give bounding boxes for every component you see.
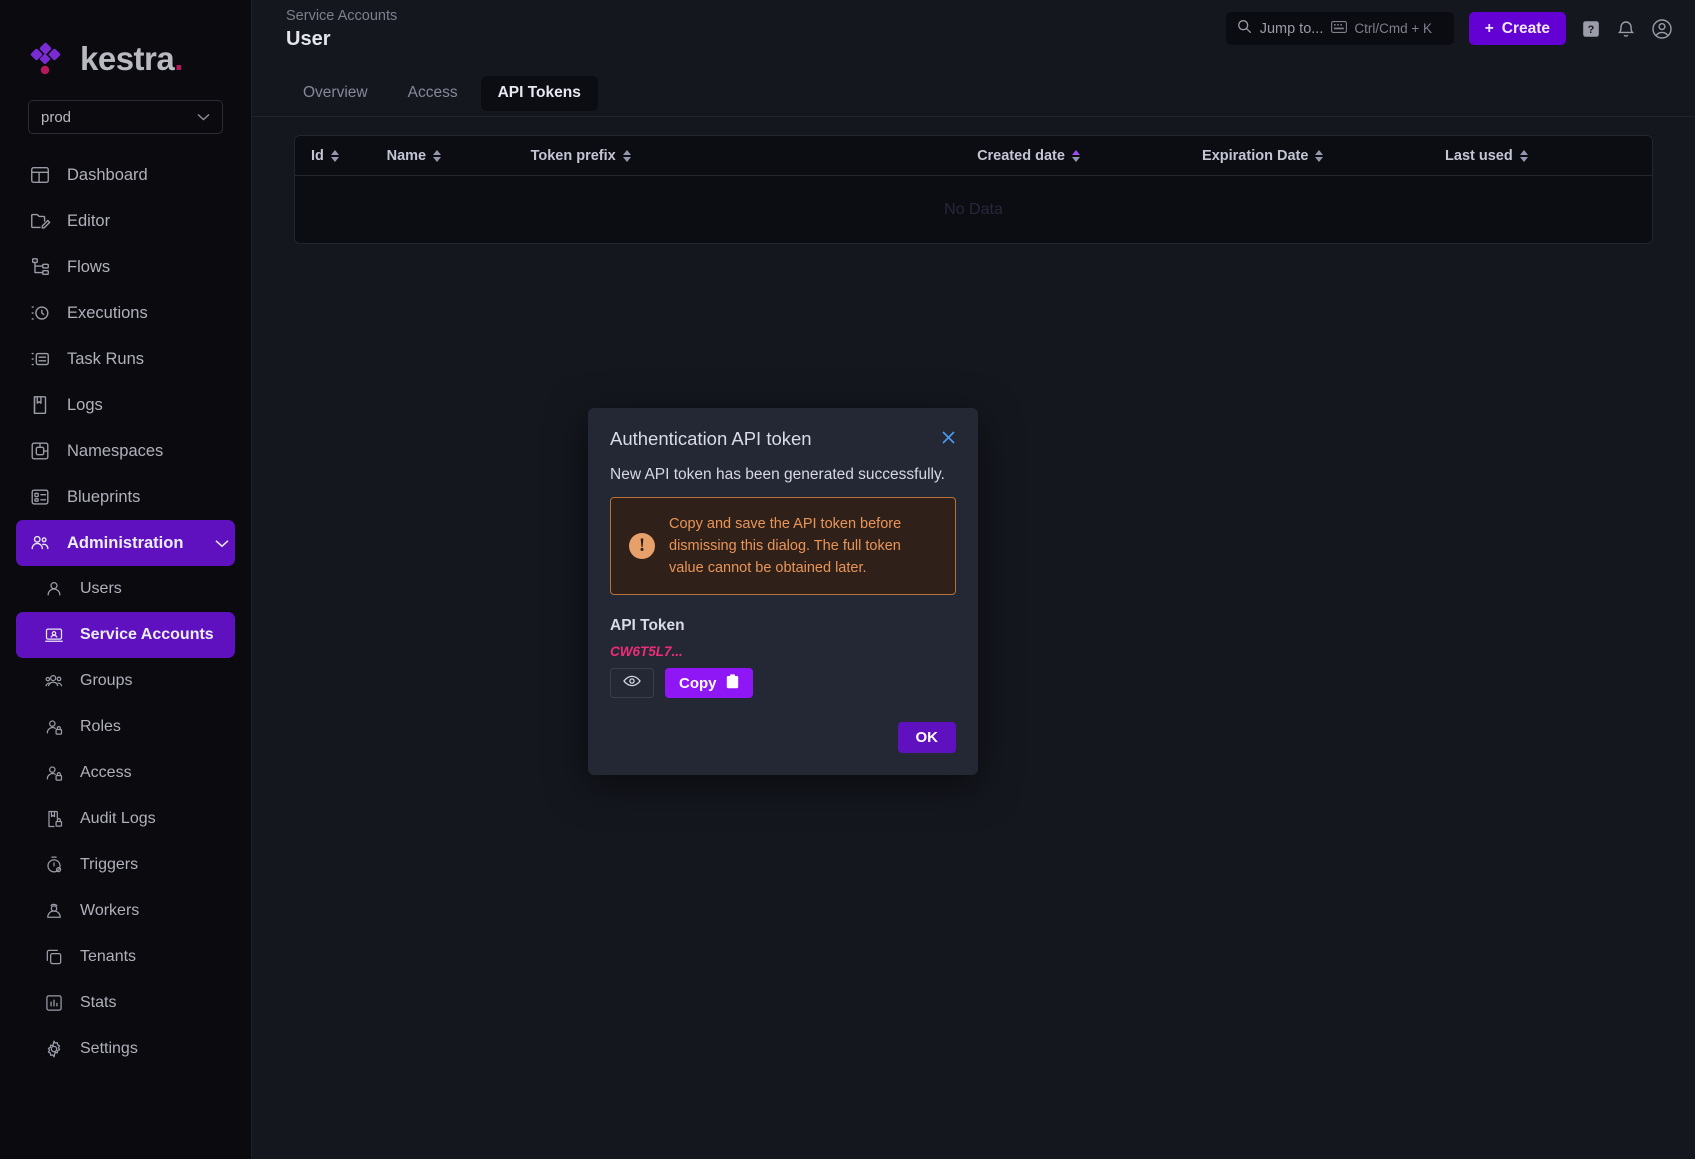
- reveal-token-button[interactable]: [610, 668, 654, 698]
- eye-icon: [623, 674, 641, 692]
- ok-button[interactable]: OK: [898, 722, 957, 753]
- token-label: API Token: [610, 617, 956, 635]
- dialog-body: New API token has been generated success…: [588, 450, 978, 698]
- dialog-title: Authentication API token: [610, 428, 941, 450]
- modal-overlay: Authentication API token New API token h…: [0, 0, 1695, 1159]
- copy-button-label: Copy: [679, 675, 717, 692]
- alert-exclamation-icon: !: [629, 533, 655, 559]
- copy-token-button[interactable]: Copy: [665, 668, 753, 698]
- api-token-dialog: Authentication API token New API token h…: [588, 408, 978, 775]
- token-actions: Copy: [610, 668, 956, 698]
- dialog-message: New API token has been generated success…: [610, 466, 956, 484]
- dialog-header: Authentication API token: [588, 408, 978, 450]
- warning-alert: ! Copy and save the API token before dis…: [610, 497, 956, 595]
- token-value: CW6T5L7...: [610, 644, 956, 659]
- dialog-footer: OK: [588, 698, 978, 775]
- warning-alert-text: Copy and save the API token before dismi…: [669, 513, 939, 579]
- clipboard-icon: [726, 674, 739, 693]
- close-icon[interactable]: [941, 428, 956, 449]
